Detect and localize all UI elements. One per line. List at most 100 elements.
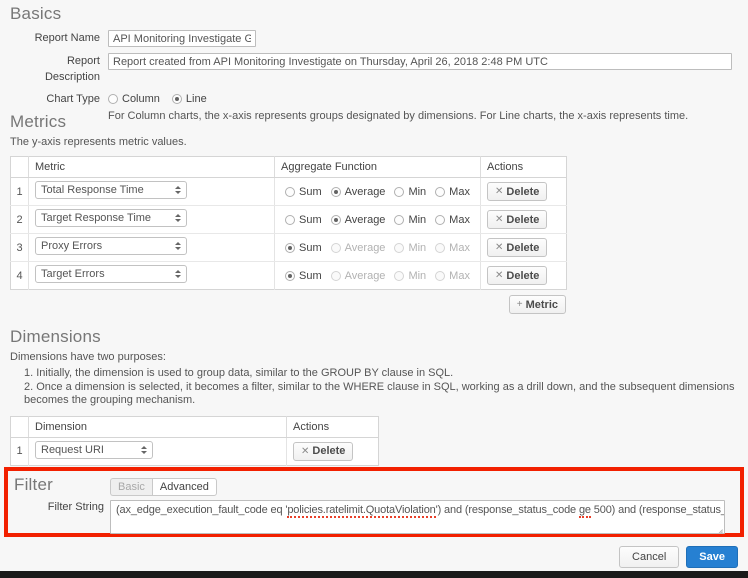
dimensions-purpose-intro: Dimensions have two purposes: [10,351,742,363]
aggregate-option-average[interactable]: Average [331,214,386,226]
filter-mode-advanced-button[interactable]: Advanced [152,478,217,496]
dimension-select-value: Request URI [41,444,104,456]
radio-icon[interactable] [285,271,295,281]
delete-metric-button[interactable]: ✕Delete [487,210,547,229]
aggregate-option-label: Min [408,270,426,282]
aggregate-radio-group: Sum Average Min Max [281,214,474,226]
filter-header-row: Filter Basic Advanced [14,475,740,496]
delete-metric-button[interactable]: ✕Delete [487,182,547,201]
delete-metric-button[interactable]: ✕Delete [487,238,547,257]
dimensions-purposes-list: 1. Initially, the dimension is used to g… [10,367,742,408]
filter-string-input[interactable]: (ax_edge_execution_fault_code eq 'polici… [110,500,725,534]
row-index: 3 [11,234,29,262]
chart-type-option-column[interactable]: Column [108,93,160,105]
delete-metric-label: Delete [506,186,539,198]
metric-select-cell: Total Response Time [29,178,275,206]
stepper-arrows-icon [174,268,181,280]
aggregate-option-sum[interactable]: Sum [285,214,322,226]
metrics-add-bar: + Metric [10,295,566,314]
aggregate-option-average[interactable]: Average [331,186,386,198]
aggregate-option-sum[interactable]: Sum [285,242,322,254]
metrics-table-header-row: Metric Aggregate Function Actions [11,157,567,178]
chart-type-option-label: Line [186,93,207,105]
aggregate-option-sum[interactable]: Sum [285,186,322,198]
close-icon: ✕ [495,214,503,225]
report-editor-page: Basics Report Name Report Description Ch… [0,0,748,571]
actions-cell: ✕Delete [481,262,567,290]
dimension-select-cell: Request URI [29,437,287,465]
report-description-row: Report Description [10,53,742,85]
metric-select[interactable]: Target Response Time [35,209,187,227]
actions-cell: ✕Delete [481,234,567,262]
radio-icon[interactable] [331,215,341,225]
aggregate-radio-group: Sum Average Min Max [281,186,474,198]
row-index: 2 [11,206,29,234]
metric-select-value: Total Response Time [41,184,144,196]
dimensions-heading: Dimensions [10,327,742,347]
aggregate-option-max[interactable]: Max [435,214,470,226]
aggregate-option-average: Average [331,270,386,282]
radio-icon[interactable] [285,187,295,197]
chart-type-label: Chart Type [10,91,108,107]
radio-icon[interactable] [285,215,295,225]
row-index: 1 [11,437,29,465]
radio-icon [435,271,445,281]
metric-select[interactable]: Proxy Errors [35,237,187,255]
dimensions-table-header-row: Dimension Actions [11,416,379,437]
aggregate-option-label: Max [449,214,470,226]
list-item: 2. Once a dimension is selected, it beco… [24,381,742,408]
table-row: 1 Total Response Time Sum Average Min Max ✕Del… [11,178,567,206]
actions-cell: ✕Delete [481,178,567,206]
radio-icon[interactable] [331,187,341,197]
aggregate-option-max[interactable]: Max [435,186,470,198]
delete-metric-button[interactable]: ✕Delete [487,266,547,285]
save-button[interactable]: Save [686,546,738,568]
close-icon: ✕ [495,186,503,197]
delete-metric-label: Delete [506,242,539,254]
metrics-table: Metric Aggregate Function Actions 1 Total… [10,156,567,290]
aggregate-option-label: Max [449,242,470,254]
report-description-input[interactable] [108,53,732,70]
metrics-col-aggregate: Aggregate Function [275,157,481,178]
dimensions-table: Dimension Actions 1 Request URI ✕Delete [10,416,379,466]
radio-icon[interactable] [394,215,404,225]
metric-select[interactable]: Total Response Time [35,181,187,199]
cancel-button[interactable]: Cancel [619,546,679,568]
aggregate-option-max: Max [435,242,470,254]
basics-section: Basics Report Name Report Description Ch… [10,4,742,122]
delete-metric-label: Delete [506,270,539,282]
metric-select[interactable]: Target Errors [35,265,187,283]
report-name-input[interactable] [108,30,256,47]
radio-icon[interactable] [285,243,295,253]
filter-mode-basic-button[interactable]: Basic [110,478,152,496]
filter-string-row: Filter String (ax_edge_execution_fault_c… [14,500,740,534]
aggregate-option-min: Min [394,270,426,282]
dimension-select[interactable]: Request URI [35,441,153,459]
table-row: 1 Request URI ✕Delete [11,437,379,465]
filter-spellcheck-1: policies.ratelimit.QuotaViolation [287,504,435,518]
radio-icon[interactable] [435,187,445,197]
radio-icon[interactable] [172,94,182,104]
metric-select-value: Target Response Time [41,212,151,224]
filter-string-value: (ax_edge_execution_fault_code eq 'polici… [111,501,724,519]
report-name-label: Report Name [10,30,108,46]
aggregate-function-cell: SumAverageMinMax [275,234,481,262]
chart-type-option-line[interactable]: Line [172,93,207,105]
aggregate-option-min[interactable]: Min [394,186,426,198]
radio-icon[interactable] [394,187,404,197]
metric-select-cell: Proxy Errors [29,234,275,262]
aggregate-option-label: Sum [299,270,322,282]
resize-handle-icon[interactable] [714,523,723,532]
aggregate-option-label: Max [449,186,470,198]
aggregate-option-min[interactable]: Min [394,214,426,226]
list-item: 1. Initially, the dimension is used to g… [24,367,742,381]
radio-icon[interactable] [108,94,118,104]
radio-icon[interactable] [435,215,445,225]
delete-dimension-button[interactable]: ✕Delete [293,442,353,461]
row-index: 1 [11,178,29,206]
add-metric-button[interactable]: + Metric [509,295,566,314]
aggregate-option-sum[interactable]: Sum [285,270,322,282]
stepper-arrows-icon [174,184,181,196]
radio-icon [331,271,341,281]
dimensions-col-actions: Actions [287,416,379,437]
